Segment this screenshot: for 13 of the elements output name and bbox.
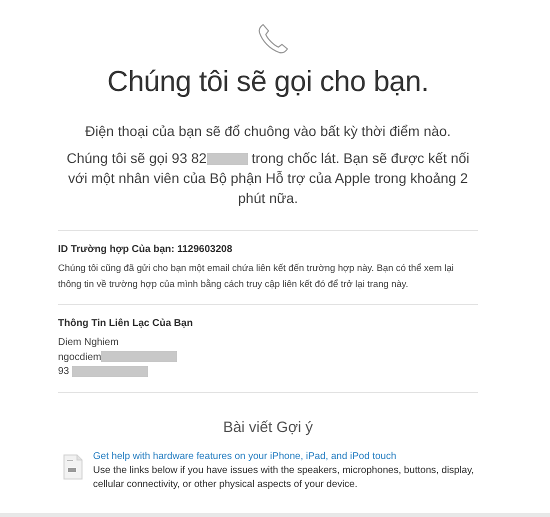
article-link[interactable]: Get help with hardware features on your iPhone, iPad, and iPod touch [93,450,396,462]
contact-line: ngocdiem [58,350,478,365]
contact-heading: Thông Tin Liên Lạc Của Bạn [58,318,194,329]
case-description: Chúng tôi cũng đã gửi cho bạn một email chứa liên kết đến trường hợp này. Bạn có thể xem lại thông tin về trường hợp của mình bằng cách truy cập liên kết đó để trở lại trang này. [58,261,455,291]
document-icon [63,454,83,480]
case-id: ID Trường hợp Của bạn: 1129603208 [58,244,234,255]
contact-line: 93 [58,365,478,380]
articles-heading: Bài viết Gợi ý [222,418,314,436]
notice-text: Điện thoại của bạn sẽ đổ chuông vào bất kỳ thời điểm nào. [84,122,452,141]
page-title: Chúng tôi sẽ gọi cho bạn. [106,66,430,99]
contact-line: Diem Nghiem [58,336,120,350]
article-description: Use the links below if you have issues with the speakers, microphones, buttons, display, cellular connectivity, or other physical aspects of your device. [93,464,476,492]
call-message: Chúng tôi sẽ gọi 93 82 trong chốc lát. Bạn sẽ được kết nối với một nhân viên của Bộ phận Hỗ trợ của Apple trong khoảng 2 phút nữa. [66,149,470,208]
